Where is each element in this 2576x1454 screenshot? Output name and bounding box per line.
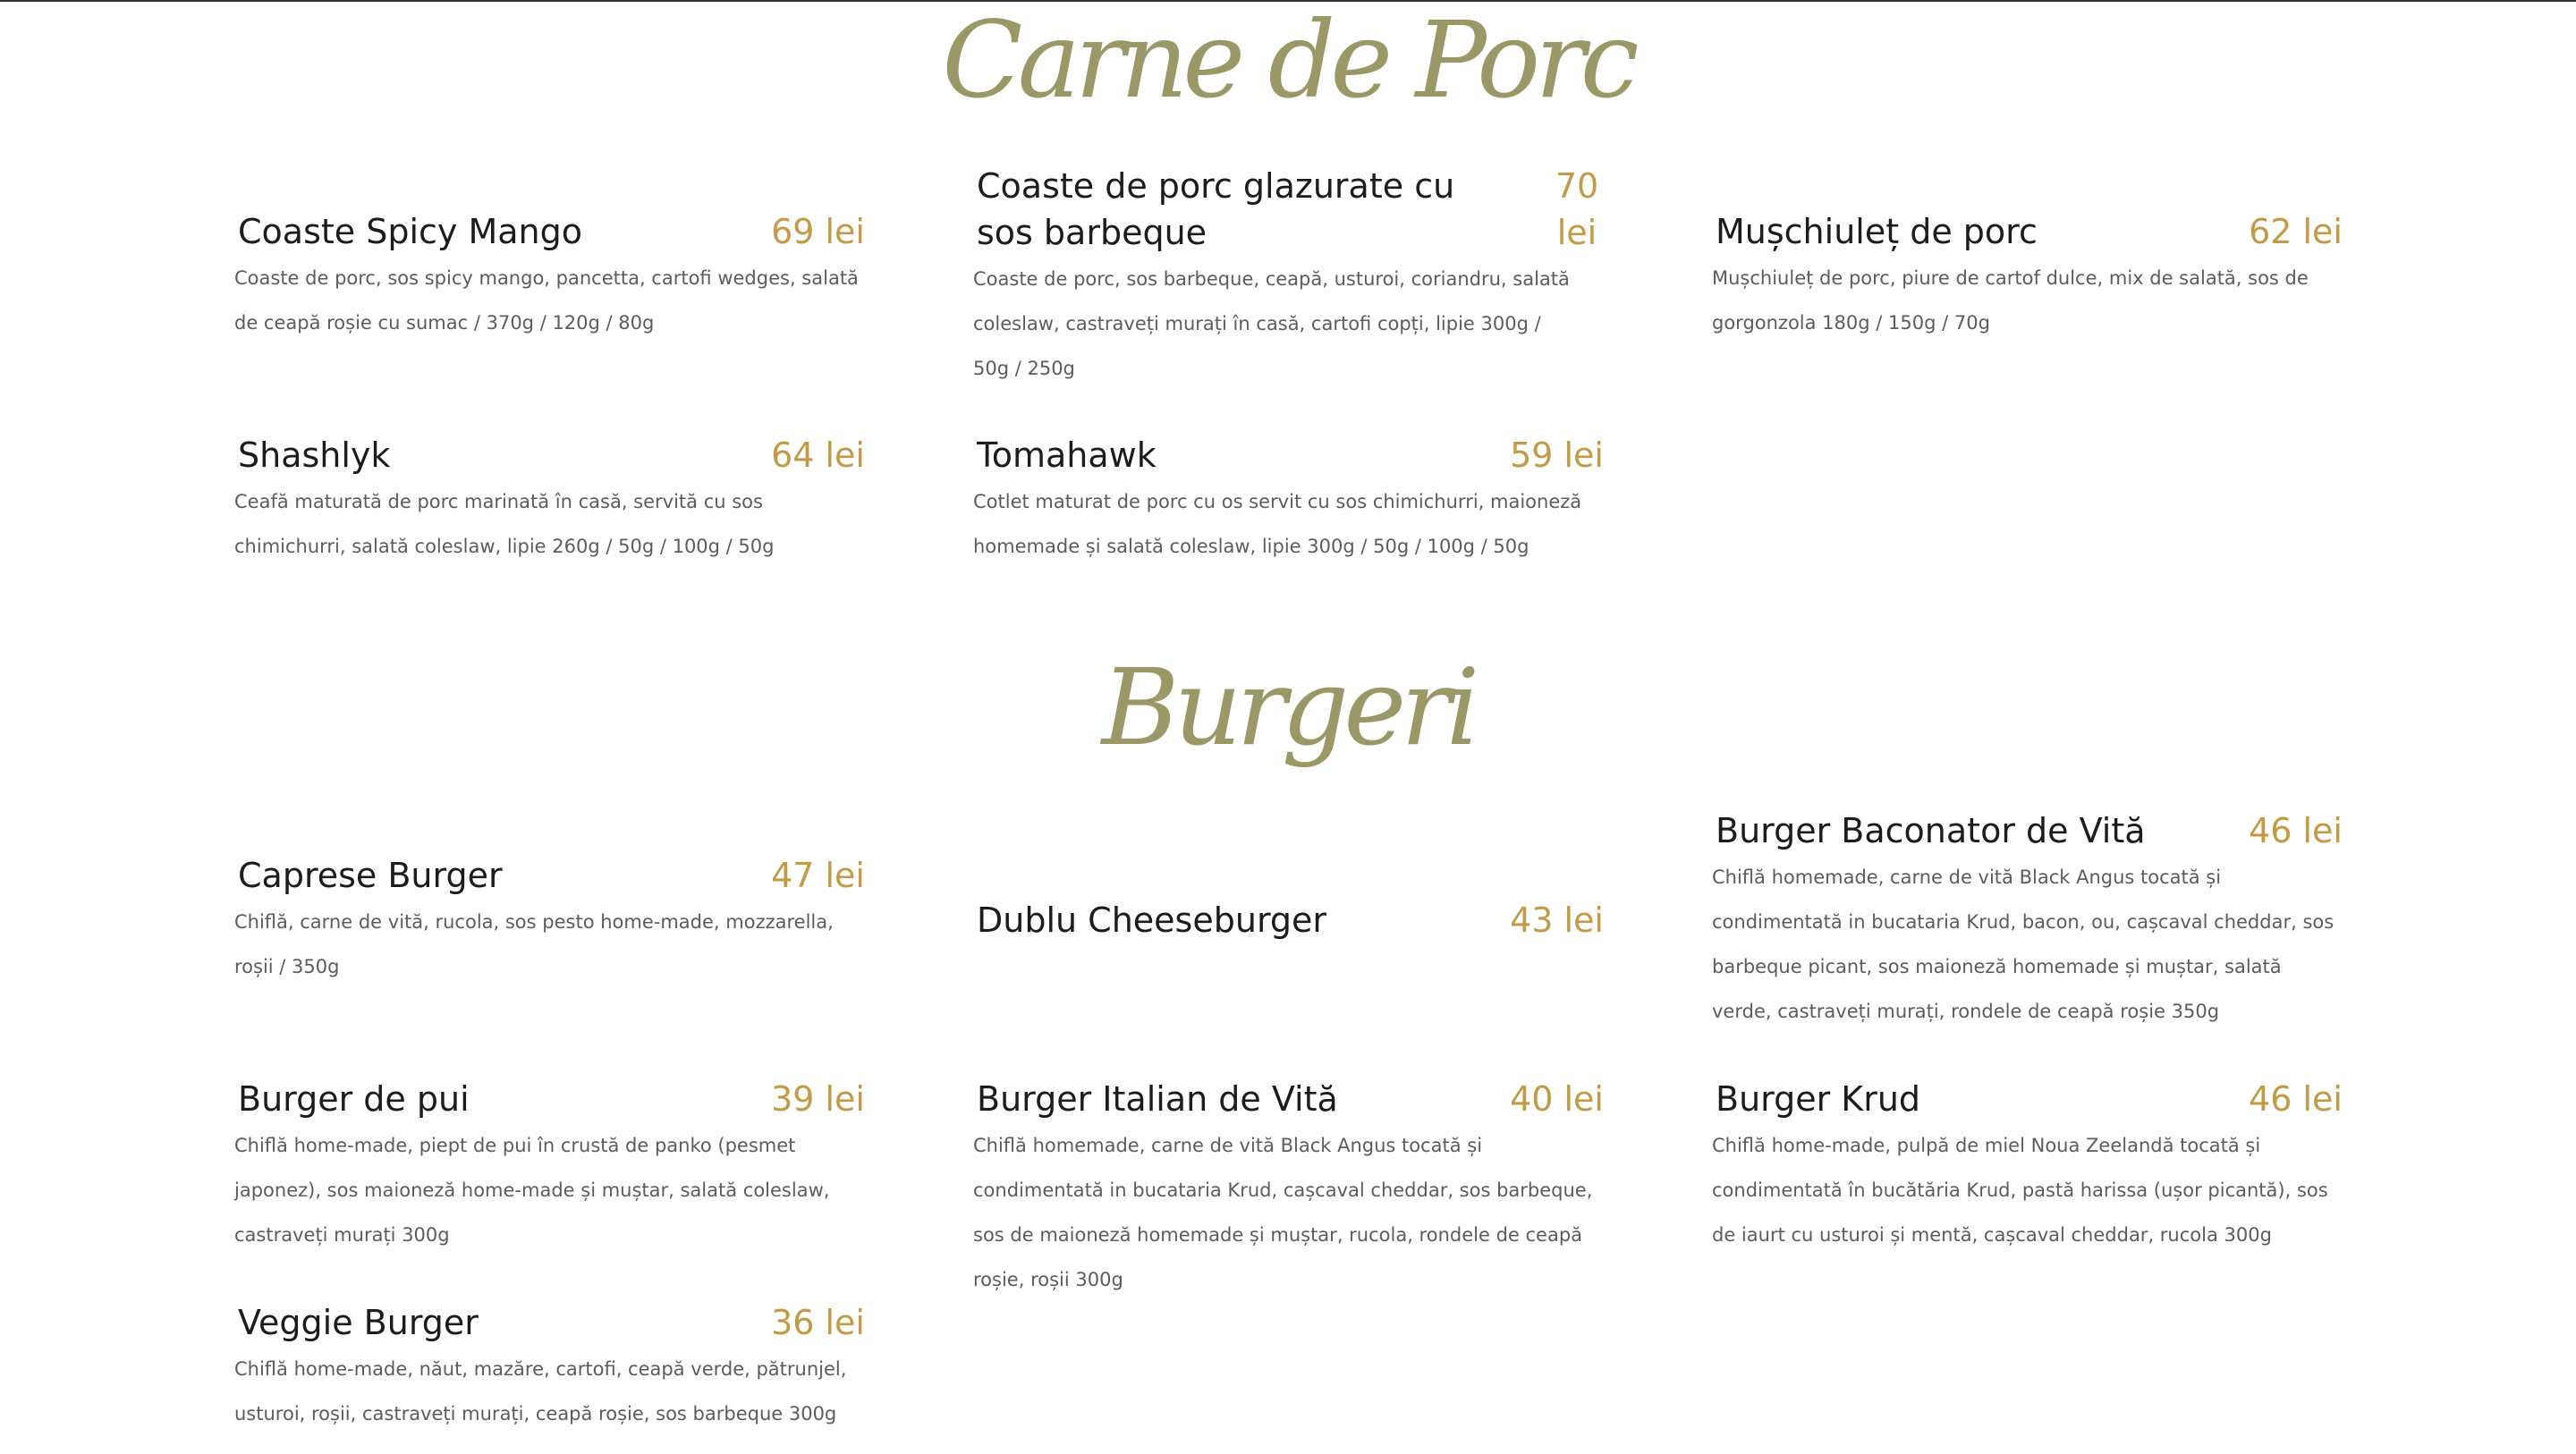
menu-item: Veggie Burger 36 lei Chiflă home-made, n… <box>234 1299 865 1436</box>
menu-item: Burger Baconator de Vită 46 lei Chiflă h… <box>1712 807 2343 1034</box>
menu-item: Coaste de porc glazurate cu sos barbeque… <box>973 163 1604 391</box>
item-price: 47 lei <box>771 856 865 895</box>
menu-item: Coaste Spicy Mango 69 lei Coaste de porc… <box>234 208 865 345</box>
item-description: Chiflă homemade, carne de vită Black Ang… <box>973 1135 1593 1290</box>
item-price: 69 lei <box>771 212 865 251</box>
menu-item: Caprese Burger 47 lei Chiflă, carne de v… <box>234 852 865 989</box>
item-name: Caprese Burger <box>238 856 503 895</box>
item-name: Burger de pui <box>238 1079 470 1119</box>
item-name: Mușchiuleț de porc <box>1716 212 2038 251</box>
item-description: Mușchiuleț de porc, piure de cartof dulc… <box>1712 267 2309 334</box>
item-price: 43 lei <box>1510 900 1604 940</box>
menu-item: Shashlyk 64 lei Ceafă maturată de porc m… <box>234 432 865 569</box>
item-description: Chiflă home-made, năut, mazăre, cartofi,… <box>234 1358 847 1424</box>
menu-item: Tomahawk 59 lei Cotlet maturat de porc c… <box>973 432 1604 569</box>
item-name: Burger Italian de Vită <box>977 1079 1338 1119</box>
item-price: 70 lei <box>1555 166 1599 252</box>
item-name: Veggie Burger <box>238 1303 479 1342</box>
item-description: Chiflă home-made, pulpă de miel Noua Zee… <box>1712 1135 2328 1246</box>
item-name: Burger Krud <box>1716 1079 1921 1119</box>
item-price: 36 lei <box>771 1303 865 1342</box>
item-price: 64 lei <box>771 435 865 475</box>
item-description: Coaste de porc, sos barbeque, ceapă, ust… <box>973 268 1570 379</box>
item-description: Cotlet maturat de porc cu os servit cu s… <box>973 491 1582 557</box>
item-name: Burger Baconator de Vită <box>1716 811 2146 850</box>
item-price: 46 lei <box>2249 1079 2343 1119</box>
menu-item: Mușchiuleț de porc 62 lei Mușchiuleț de … <box>1712 208 2343 345</box>
item-price: 39 lei <box>771 1079 865 1119</box>
item-price: 40 lei <box>1510 1079 1604 1119</box>
menu-item: Dublu Cheeseburger 43 lei <box>973 897 1604 943</box>
menu-item: Burger Krud 46 lei Chiflă home-made, pul… <box>1712 1076 2343 1257</box>
item-description: Chiflă homemade, carne de vită Black Ang… <box>1712 866 2334 1022</box>
item-description: Chiflă, carne de vită, rucola, sos pesto… <box>234 911 834 977</box>
section-title-burgeri: Burgeri <box>1101 646 1480 769</box>
item-price: 46 lei <box>2249 811 2343 850</box>
menu-item: Burger de pui 39 lei Chiflă home-made, p… <box>234 1076 865 1257</box>
item-description: Chiflă home-made, piept de pui în crustă… <box>234 1135 830 1246</box>
item-name: Dublu Cheeseburger <box>977 900 1327 940</box>
item-name: Tomahawk <box>977 435 1157 475</box>
section-title-porc: Carne de Porc <box>942 0 1639 122</box>
item-name: Coaste Spicy Mango <box>238 212 583 251</box>
item-description: Coaste de porc, sos spicy mango, pancett… <box>234 267 859 334</box>
menu-item: Burger Italian de Vită 40 lei Chiflă hom… <box>973 1076 1604 1302</box>
item-description: Ceafă maturată de porc marinată în casă,… <box>234 491 775 557</box>
item-price: 62 lei <box>2249 212 2343 251</box>
item-price: 59 lei <box>1510 435 1604 475</box>
item-name: Coaste de porc glazurate cu sos barbeque <box>977 166 1455 252</box>
item-name: Shashlyk <box>238 435 391 475</box>
